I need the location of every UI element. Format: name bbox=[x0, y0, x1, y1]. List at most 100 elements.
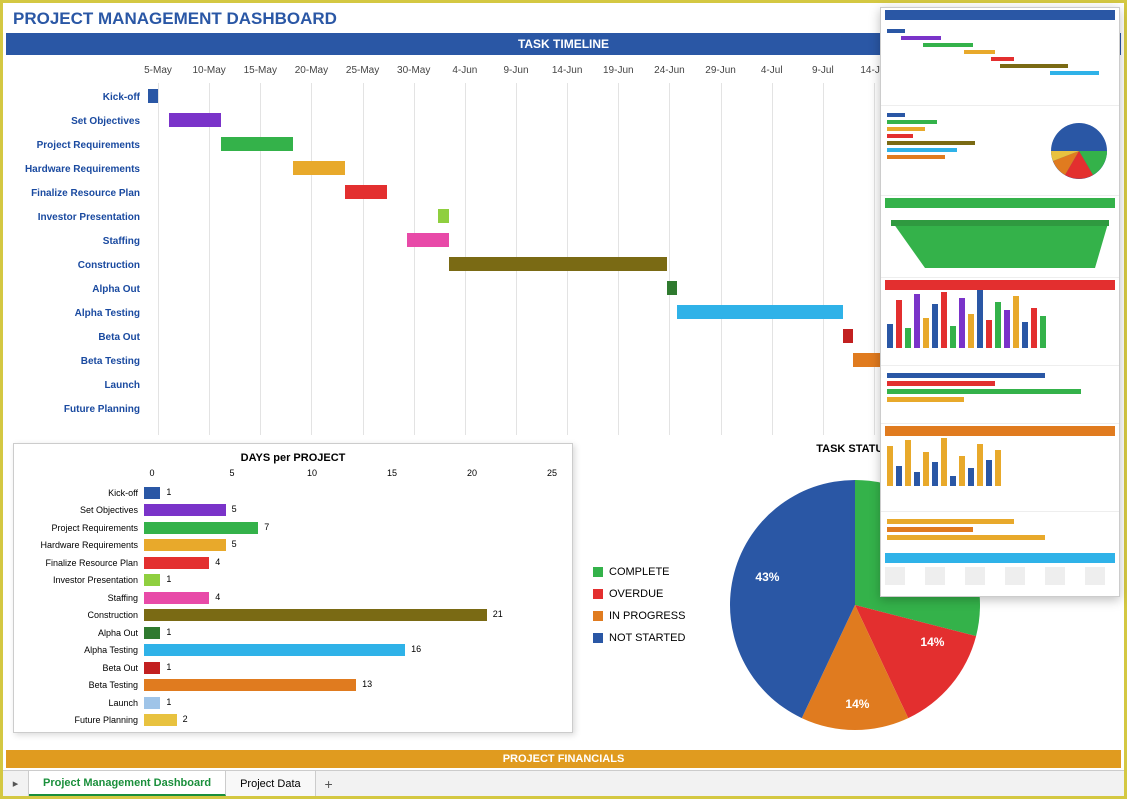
gantt-bar bbox=[843, 329, 853, 343]
gantt-row: Project Requirements bbox=[3, 133, 874, 157]
days-label: Project Requirements bbox=[24, 523, 144, 533]
legend-complete: COMPLETE bbox=[593, 561, 685, 583]
days-bar bbox=[144, 574, 160, 586]
days-row: Investor Presentation1 bbox=[24, 572, 562, 590]
days-label: Staffing bbox=[24, 593, 144, 603]
financials-banner: PROJECT FINANCIALS bbox=[6, 750, 1121, 768]
days-title: DAYS per PROJECT bbox=[24, 452, 562, 464]
gantt-x-tick: 24-Jun bbox=[654, 65, 685, 76]
status-legend: COMPLETE OVERDUE IN PROGRESS NOT STARTED bbox=[593, 561, 685, 649]
pie-label-overdue: 14% bbox=[920, 635, 944, 649]
days-row: Alpha Out1 bbox=[24, 624, 562, 642]
gantt-row: Construction bbox=[3, 253, 874, 277]
gantt-x-tick: 4-Jun bbox=[452, 65, 477, 76]
days-value: 5 bbox=[232, 539, 237, 549]
days-value: 2 bbox=[183, 714, 188, 724]
legend-not-started: NOT STARTED bbox=[593, 627, 685, 649]
gantt-x-tick: 4-Jul bbox=[761, 65, 783, 76]
legend-in-progress: IN PROGRESS bbox=[593, 605, 685, 627]
gantt-task-label: Staffing bbox=[3, 236, 148, 247]
days-value: 21 bbox=[493, 609, 503, 619]
gantt-x-tick: 20-May bbox=[295, 65, 328, 76]
days-value: 4 bbox=[215, 557, 220, 567]
days-label: Future Planning bbox=[24, 715, 144, 725]
days-row: Future Planning 2 bbox=[24, 712, 562, 730]
days-value: 1 bbox=[166, 627, 171, 637]
pie-label-in-progress: 14% bbox=[845, 697, 869, 711]
gantt-x-tick: 9-Jul bbox=[812, 65, 834, 76]
gantt-bar bbox=[677, 305, 843, 319]
gantt-bar bbox=[407, 233, 448, 247]
gantt-x-tick: 5-May bbox=[144, 65, 172, 76]
days-value: 1 bbox=[166, 487, 171, 497]
days-label: Hardware Requirements bbox=[24, 540, 144, 550]
gantt-task-label: Future Planning bbox=[3, 404, 148, 415]
days-bar bbox=[144, 504, 226, 516]
gantt-task-label: Hardware Requirements bbox=[3, 164, 148, 175]
days-label: Beta Out bbox=[24, 663, 144, 673]
days-bar bbox=[144, 487, 160, 499]
gantt-x-tick: 30-May bbox=[397, 65, 430, 76]
days-row: Staffing 4 bbox=[24, 589, 562, 607]
add-sheet-button[interactable]: + bbox=[316, 771, 342, 796]
days-bar bbox=[144, 697, 160, 709]
tab-project-data[interactable]: Project Data bbox=[226, 771, 316, 796]
gantt-row: Beta Out bbox=[3, 325, 874, 349]
gantt-row: Investor Presentation bbox=[3, 205, 874, 229]
days-value: 13 bbox=[362, 679, 372, 689]
days-value: 1 bbox=[166, 662, 171, 672]
days-bar bbox=[144, 609, 487, 621]
days-row: Construction21 bbox=[24, 607, 562, 625]
days-value: 5 bbox=[232, 504, 237, 514]
days-row: Set Objectives5 bbox=[24, 502, 562, 520]
days-label: Beta Testing bbox=[24, 680, 144, 690]
gantt-task-label: Project Requirements bbox=[3, 140, 148, 151]
gantt-bar bbox=[667, 281, 677, 295]
gantt-row: Beta Testing bbox=[3, 349, 874, 373]
days-row: Kick-off1 bbox=[24, 484, 562, 502]
days-row: Hardware Requirements 5 bbox=[24, 537, 562, 555]
days-value: 7 bbox=[264, 522, 269, 532]
days-bar bbox=[144, 557, 209, 569]
gantt-task-label: Beta Testing bbox=[3, 356, 148, 367]
gantt-row: Staffing bbox=[3, 229, 874, 253]
gantt-x-tick: 15-May bbox=[244, 65, 277, 76]
gantt-bar bbox=[438, 209, 448, 223]
days-row: Beta Testing 13 bbox=[24, 677, 562, 695]
days-row: Beta Out 1 bbox=[24, 659, 562, 677]
gantt-x-tick: 25-May bbox=[346, 65, 379, 76]
tab-project-management-dashboard[interactable]: Project Management Dashboard bbox=[29, 771, 226, 796]
gantt-task-label: Alpha Out bbox=[3, 284, 148, 295]
gantt-task-label: Finalize Resource Plan bbox=[3, 188, 148, 199]
gantt-row: Alpha Out bbox=[3, 277, 874, 301]
days-x-tick: 25 bbox=[547, 468, 557, 478]
gantt-row: Kick-off bbox=[3, 85, 874, 109]
gantt-row: Alpha Testing bbox=[3, 301, 874, 325]
days-bar bbox=[144, 539, 226, 551]
pie-label-not-started: 43% bbox=[755, 570, 779, 584]
gantt-bar bbox=[449, 257, 667, 271]
dashboard-thumbnail-overview bbox=[880, 7, 1120, 597]
gantt-task-label: Construction bbox=[3, 260, 148, 271]
gantt-row: Set Objectives bbox=[3, 109, 874, 133]
gantt-x-tick: 29-Jun bbox=[705, 65, 736, 76]
tab-nav-button[interactable]: ▸ bbox=[3, 771, 29, 796]
days-row: Alpha Testing16 bbox=[24, 642, 562, 660]
gantt-row: Hardware Requirements bbox=[3, 157, 874, 181]
days-label: Finalize Resource Plan bbox=[24, 558, 144, 568]
gantt-bar bbox=[221, 137, 294, 151]
days-label: Launch bbox=[24, 698, 144, 708]
thumb-pie-icon bbox=[1049, 121, 1109, 181]
thumb-funnel-icon bbox=[885, 214, 1115, 274]
days-x-tick: 5 bbox=[229, 468, 234, 478]
gantt-x-tick: 9-Jun bbox=[503, 65, 528, 76]
days-x-tick: 15 bbox=[387, 468, 397, 478]
gantt-task-label: Beta Out bbox=[3, 332, 148, 343]
days-value: 4 bbox=[215, 592, 220, 602]
gantt-task-label: Launch bbox=[3, 380, 148, 391]
days-bar bbox=[144, 714, 177, 726]
days-bar bbox=[144, 662, 160, 674]
gantt-bar bbox=[345, 185, 386, 199]
days-value: 1 bbox=[166, 574, 171, 584]
days-row: Finalize Resource Plan 4 bbox=[24, 554, 562, 572]
